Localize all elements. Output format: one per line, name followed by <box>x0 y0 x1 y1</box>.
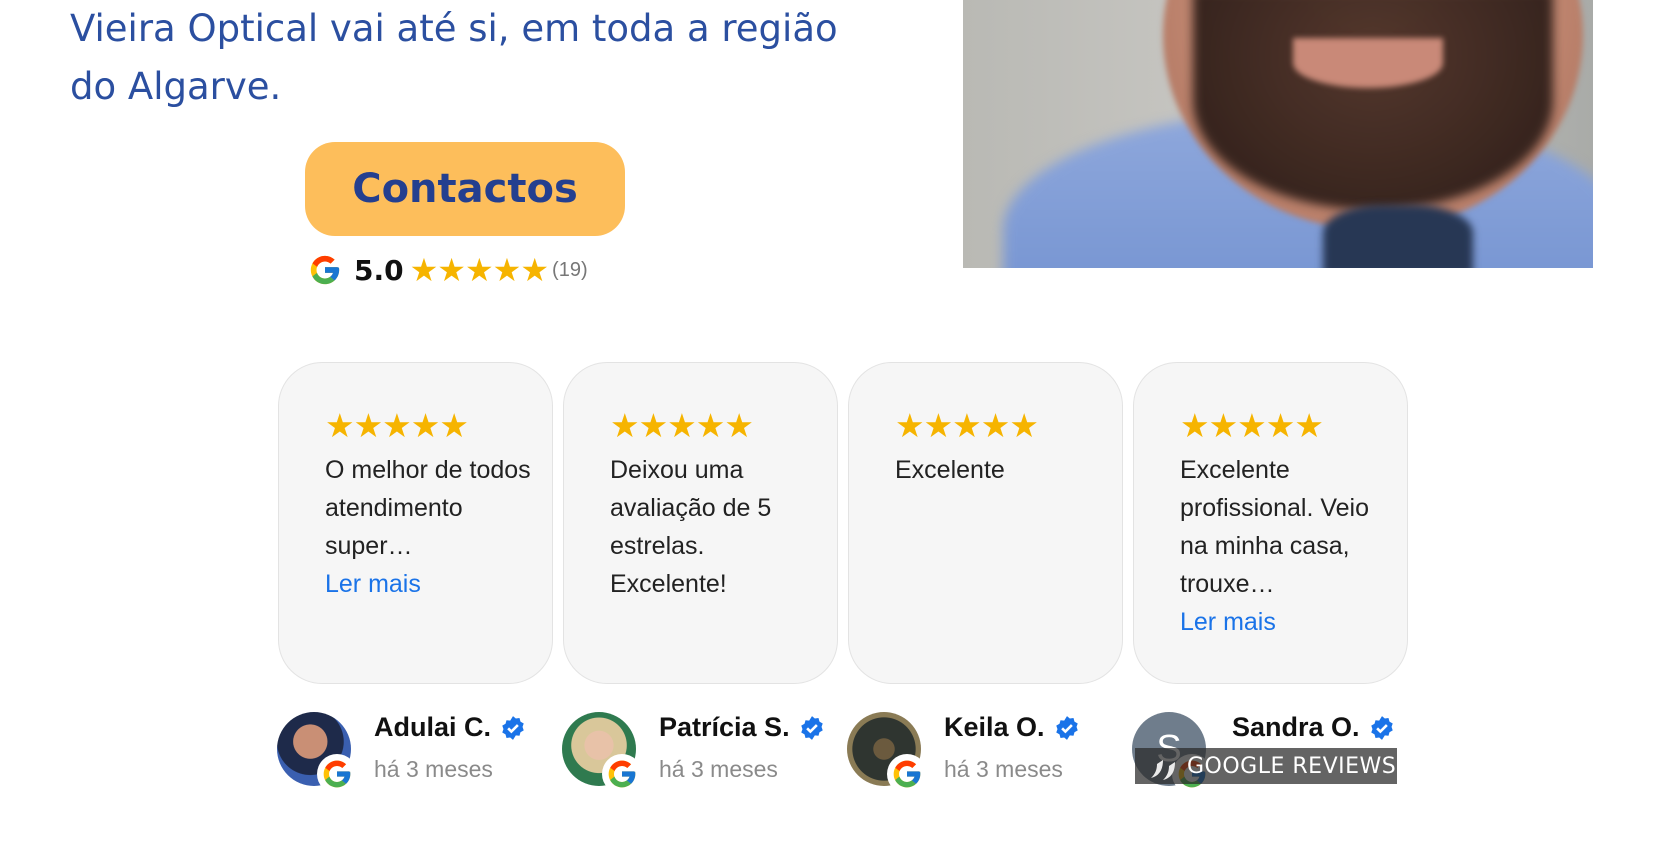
reviewer-name: Patrícia S. <box>659 712 825 743</box>
intro-line-1: Vieira Optical vai até si, em toda a reg… <box>70 7 838 50</box>
google-g-icon <box>323 760 351 788</box>
rating-count: (19) <box>552 258 588 281</box>
review-text: O melhor de todos atendimento super… <box>325 456 531 560</box>
google-badge <box>317 754 357 794</box>
review-text: Deixou uma avaliação de 5 estrelas. Exce… <box>610 456 772 598</box>
rating-score: 5.0 <box>354 253 404 287</box>
review-stars: ★★★★★ <box>1180 407 1324 444</box>
intro-text: Vieira Optical vai até si, em toda a reg… <box>70 0 870 116</box>
review-time: há 3 meses <box>659 756 778 782</box>
reviewer-name-text: Keila O. <box>944 712 1045 742</box>
contactos-button[interactable]: Contactos <box>305 142 625 236</box>
review-card: ★★★★★ O melhor de todos atendimento supe… <box>278 362 553 684</box>
verified-icon <box>1055 715 1078 740</box>
review-card: ★★★★★ Excelente profissional. Veio na mi… <box>1133 362 1408 684</box>
reviewer-name-text: Adulai C. <box>374 712 492 742</box>
rating-stars: ★★★★★ <box>409 252 549 288</box>
review-text: Excelente profissional. Veio na minha ca… <box>1180 456 1370 598</box>
optician-photo <box>963 0 1593 268</box>
google-g-icon <box>310 255 340 285</box>
reviewer-adulai[interactable]: Adulai C. há 3 meses <box>277 712 557 794</box>
intro-line-2: do Algarve. <box>70 65 282 108</box>
reviewer-keila[interactable]: Keila O. há 3 meses <box>847 712 1127 794</box>
review-time: há 3 meses <box>944 756 1063 782</box>
review-stars: ★★★★★ <box>610 407 754 444</box>
google-reviews-watermark: GOOGLE REVIEWS <box>1135 748 1397 784</box>
reviewer-name: Adulai C. <box>374 712 526 743</box>
google-g-icon <box>893 760 921 788</box>
verified-icon <box>800 715 823 740</box>
verified-icon <box>502 715 524 740</box>
reviewer-patricia[interactable]: Patrícia S. há 3 meses <box>562 712 842 794</box>
read-more-link[interactable]: Ler mais <box>1180 603 1387 641</box>
review-stars: ★★★★★ <box>325 407 469 444</box>
verified-icon <box>1370 715 1393 740</box>
review-text: Excelente <box>895 456 1005 484</box>
reviewer-name: Sandra O. <box>1232 712 1395 743</box>
quote-icon <box>1151 760 1175 780</box>
reviewer-name-text: Patrícia S. <box>659 712 790 742</box>
reviewer-name: Keila O. <box>944 712 1080 743</box>
review-stars: ★★★★★ <box>895 407 1039 444</box>
watermark-label: GOOGLE REVIEWS <box>1187 753 1397 779</box>
reviewer-name-text: Sandra O. <box>1232 712 1360 742</box>
google-badge <box>887 754 927 794</box>
review-time: há 3 meses <box>374 756 493 782</box>
review-card: ★★★★★ Excelente <box>848 362 1123 684</box>
google-g-icon <box>608 760 636 788</box>
read-more-link[interactable]: Ler mais <box>325 565 532 603</box>
review-card: ★★★★★ Deixou uma avaliação de 5 estrelas… <box>563 362 838 684</box>
google-rating-summary[interactable]: 5.0 ★★★★★ (19) <box>308 252 588 288</box>
google-badge <box>602 754 642 794</box>
